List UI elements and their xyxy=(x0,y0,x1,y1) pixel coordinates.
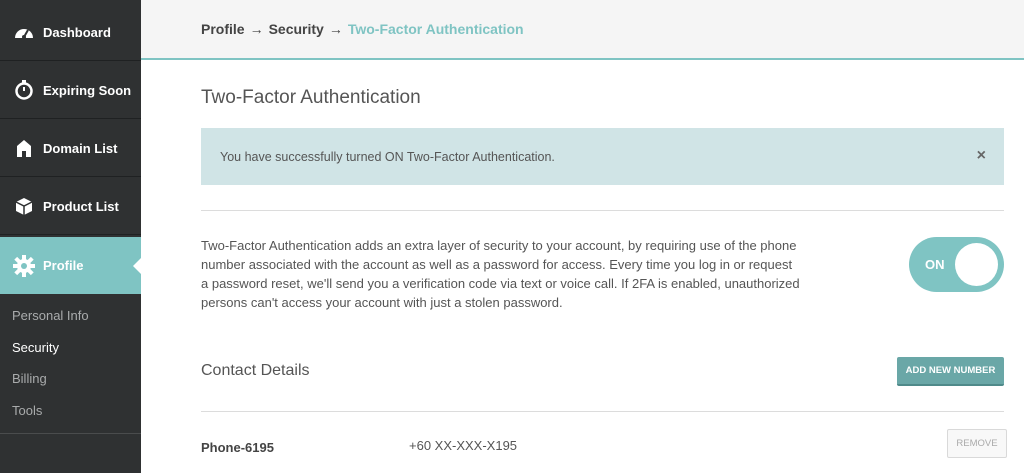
breadcrumb-item-profile[interactable]: Profile xyxy=(201,21,245,37)
sidebar-item-label: Profile xyxy=(43,258,84,273)
profile-sub-nav: Personal Info Security Billing Tools xyxy=(0,294,141,434)
sidebar-item-product-list[interactable]: Product List xyxy=(0,178,141,235)
sidebar-item-label: Expiring Soon xyxy=(43,82,132,98)
sidebar-item-expiring-soon[interactable]: Expiring Soon xyxy=(0,62,141,119)
sidebar-item-profile[interactable]: Profile xyxy=(0,237,141,294)
house-icon xyxy=(13,137,35,159)
toggle-label: ON xyxy=(925,257,945,272)
box-icon xyxy=(13,195,35,217)
page-title: Two-Factor Authentication xyxy=(201,87,421,108)
breadcrumb: Profile → Security → Two-Factor Authenti… xyxy=(141,0,1024,60)
divider xyxy=(201,210,1004,211)
toggle-knob xyxy=(955,243,998,286)
sidebar-item-dashboard[interactable]: Dashboard xyxy=(0,4,141,61)
sidebar-item-label: Dashboard xyxy=(43,24,111,40)
2fa-toggle[interactable]: ON xyxy=(909,237,1004,292)
breadcrumb-item-current: Two-Factor Authentication xyxy=(347,21,524,37)
breadcrumb-separator: → xyxy=(249,21,264,37)
sub-nav-personal-info[interactable]: Personal Info xyxy=(12,308,89,323)
sub-nav-billing[interactable]: Billing xyxy=(12,371,47,386)
breadcrumb-separator: → xyxy=(328,21,343,37)
sidebar-item-label: Product List xyxy=(43,198,119,214)
success-alert: You have successfully turned ON Two-Fact… xyxy=(201,128,1004,185)
2fa-description: Two-Factor Authentication adds an extra … xyxy=(201,238,800,310)
contact-details-title: Contact Details xyxy=(201,362,310,379)
stopwatch-icon xyxy=(13,79,35,101)
close-icon[interactable]: × xyxy=(977,147,986,165)
sidebar-item-domain-list[interactable]: Domain List xyxy=(0,120,141,177)
divider xyxy=(201,411,1004,412)
add-new-number-button[interactable]: ADD NEW NUMBER xyxy=(897,357,1004,386)
speedometer-icon xyxy=(13,21,35,43)
alert-message: You have successfully turned ON Two-Fact… xyxy=(220,149,555,164)
sidebar-item-label: Domain List xyxy=(43,140,118,156)
sub-nav-security[interactable]: Security xyxy=(12,340,59,355)
sidebar: Dashboard Expiring Soon Domain List Prod… xyxy=(0,0,141,473)
gear-icon xyxy=(13,254,35,277)
phone-label: Phone-6195 xyxy=(201,440,274,455)
breadcrumb-item-security[interactable]: Security xyxy=(269,21,324,37)
sub-nav-tools[interactable]: Tools xyxy=(12,403,42,418)
remove-button[interactable]: REMOVE xyxy=(947,429,1007,458)
phone-number: +60 XX-XXX-X195 xyxy=(409,438,518,453)
